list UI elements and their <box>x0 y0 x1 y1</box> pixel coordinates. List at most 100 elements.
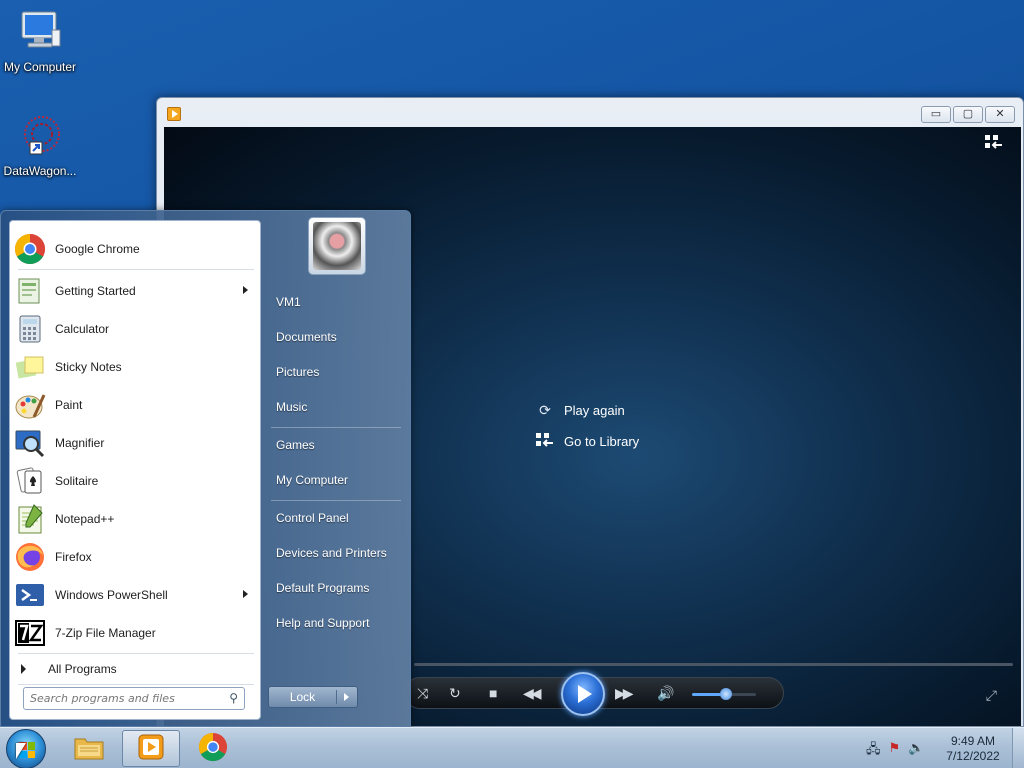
right-item-help-and-support[interactable]: Help and Support <box>276 616 369 630</box>
program-label: Getting Started <box>55 284 136 298</box>
program-label: Solitaire <box>55 474 99 488</box>
submenu-arrow-icon <box>243 286 248 294</box>
user-avatar[interactable] <box>308 217 366 275</box>
close-button[interactable]: ✕ <box>985 106 1015 123</box>
calculator-icon <box>14 313 46 345</box>
minimize-button[interactable]: ▭ <box>921 106 951 123</box>
clock-date: 7/12/2022 <box>946 749 1000 763</box>
program-label: 7-Zip File Manager <box>55 626 156 640</box>
switch-to-library-icon[interactable] <box>985 135 1003 154</box>
chrome-icon <box>14 233 46 265</box>
submenu-arrow-icon <box>243 590 248 598</box>
taskbar-windows-explorer[interactable] <box>60 730 118 767</box>
media-player-icon <box>167 107 181 121</box>
volume-slider-thumb[interactable] <box>720 688 732 700</box>
right-item-music[interactable]: Music <box>276 400 307 414</box>
program-windows-powershell[interactable]: Windows PowerShell <box>10 576 260 614</box>
system-tray: 🖧 ⚑ 🔈 <box>866 740 924 762</box>
program-label: Paint <box>55 398 83 412</box>
datawagon-shortcut-icon <box>16 112 64 160</box>
desktop-icon-my-computer[interactable]: My Computer <box>0 8 80 74</box>
program-label: Firefox <box>55 550 92 564</box>
all-programs-button[interactable]: All Programs <box>10 655 260 683</box>
start-search-input[interactable]: Search programs and files ⚲ <box>23 687 245 710</box>
program-label: Windows PowerShell <box>55 588 168 602</box>
right-item-my-computer[interactable]: My Computer <box>276 473 348 487</box>
taskbar-google-chrome[interactable] <box>184 730 242 767</box>
search-icon: ⚲ <box>229 691 238 705</box>
folder-icon <box>73 733 105 764</box>
mute-icon[interactable]: 🔊 <box>657 685 674 702</box>
monitor-icon <box>16 8 64 56</box>
program-label: Calculator <box>55 322 110 336</box>
divider <box>18 684 254 685</box>
program-label: Google Chrome <box>55 242 140 256</box>
stop-icon[interactable]: ■ <box>489 685 497 701</box>
right-item-pictures[interactable]: Pictures <box>276 365 319 379</box>
divider <box>271 427 401 428</box>
go-to-library-link[interactable]: Go to Library <box>536 426 639 457</box>
media-player-icon <box>138 734 164 763</box>
playback-controls: ⤨ ↻ ■ ◀◀ ▶▶ 🔊 <box>404 672 784 716</box>
shuffle-icon[interactable]: ⤨ <box>417 685 428 702</box>
taskbar-windows-media-player[interactable] <box>122 730 180 767</box>
go-to-library-label: Go to Library <box>564 434 640 449</box>
replay-icon: ⟳ <box>539 402 551 418</box>
firefox-icon <box>14 541 46 573</box>
library-icon <box>536 432 554 451</box>
7zip-icon <box>14 617 46 649</box>
program-calculator[interactable]: Calculator <box>10 310 260 348</box>
fullscreen-icon[interactable]: ⤢ <box>986 687 997 704</box>
right-item-devices-and-printers[interactable]: Devices and Printers <box>276 546 387 560</box>
show-desktop-button[interactable] <box>1012 728 1024 768</box>
program-paint[interactable]: Paint <box>10 386 260 424</box>
all-programs-label: All Programs <box>48 662 117 676</box>
right-item-games[interactable]: Games <box>276 438 315 452</box>
lock-label: Lock <box>269 690 337 704</box>
search-placeholder: Search programs and files <box>30 692 175 705</box>
maximize-button[interactable]: ▢ <box>953 106 983 123</box>
next-icon[interactable]: ▶▶ <box>615 685 633 702</box>
right-item-documents[interactable]: Documents <box>276 330 337 344</box>
shutdown-options-arrow-icon[interactable] <box>344 693 349 701</box>
seek-bar[interactable] <box>414 663 1013 666</box>
program-google-chrome[interactable]: Google Chrome <box>10 230 260 268</box>
divider <box>18 653 254 654</box>
program-label: Magnifier <box>55 436 105 450</box>
program-7zip[interactable]: 7-Zip File Manager <box>10 614 260 652</box>
start-button[interactable] <box>6 729 46 768</box>
programs-pane: Google Chrome Getting Started Calculator… <box>9 220 261 720</box>
program-solitaire[interactable]: Solitaire <box>10 462 260 500</box>
program-magnifier[interactable]: Magnifier <box>10 424 260 462</box>
clock-time: 9:49 AM <box>950 734 996 748</box>
desktop-icon-datawagon[interactable]: DataWagon... <box>0 112 80 178</box>
play-again-link[interactable]: ⟳ Play again <box>536 395 639 426</box>
magnifier-icon <box>14 427 46 459</box>
sticky-notes-icon <box>14 351 46 383</box>
desktop-icon-label: My Computer <box>3 60 77 74</box>
right-item-vm1[interactable]: VM1 <box>276 295 301 309</box>
lock-button[interactable]: Lock <box>268 686 358 708</box>
program-sticky-notes[interactable]: Sticky Notes <box>10 348 260 386</box>
play-button[interactable] <box>561 672 605 716</box>
action-center-flag-icon[interactable]: ⚑ <box>889 740 901 762</box>
chrome-icon <box>198 732 228 765</box>
program-label: Notepad++ <box>55 512 115 526</box>
program-notepadpp[interactable]: Notepad++ <box>10 500 260 538</box>
mouse-cursor <box>16 743 26 759</box>
network-icon[interactable]: 🖧 <box>866 740 881 762</box>
start-menu: Google Chrome Getting Started Calculator… <box>0 210 411 727</box>
volume-icon[interactable]: 🔈 <box>908 740 924 762</box>
program-getting-started[interactable]: Getting Started <box>10 272 260 310</box>
previous-icon[interactable]: ◀◀ <box>523 685 541 702</box>
right-item-control-panel[interactable]: Control Panel <box>276 511 349 525</box>
right-item-default-programs[interactable]: Default Programs <box>276 581 369 595</box>
desktop-icon-label: DataWagon... <box>3 164 77 178</box>
divider <box>18 269 254 270</box>
clock[interactable]: 9:49 AM 7/12/2022 <box>940 734 1006 764</box>
program-firefox[interactable]: Firefox <box>10 538 260 576</box>
powershell-icon <box>14 579 46 611</box>
program-label: Sticky Notes <box>55 360 122 374</box>
repeat-icon[interactable]: ↻ <box>449 685 461 702</box>
window-titlebar[interactable]: ▭ ▢ ✕ <box>157 98 1023 126</box>
